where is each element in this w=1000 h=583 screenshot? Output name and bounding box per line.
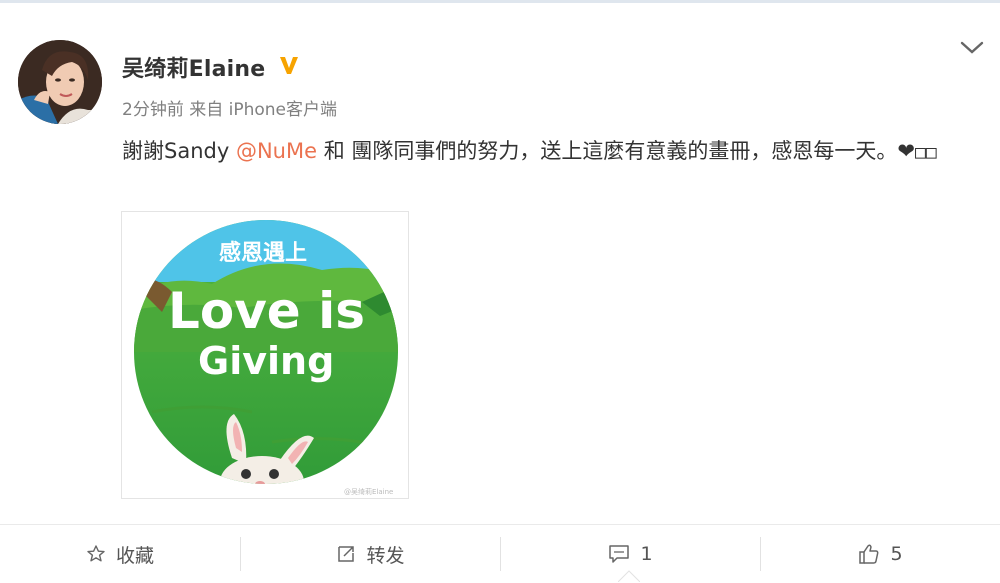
post-content: 謝謝Sandy @NuMe 和 團隊同事們的努力，送上這麼有意義的畫冊，感恩每一… xyxy=(122,131,982,173)
repost-label: 转发 xyxy=(366,544,405,567)
thumbs-up-icon xyxy=(859,544,879,564)
like-button[interactable]: 5 xyxy=(761,525,1000,583)
comment-caret-icon xyxy=(618,570,640,582)
missing-glyphs: □□ xyxy=(914,142,937,163)
comment-count: 1 xyxy=(640,543,653,565)
favorite-button[interactable]: 收藏 xyxy=(0,525,240,583)
verified-badge-icon xyxy=(280,57,298,74)
cover-title-chinese: 感恩遇上 xyxy=(219,240,307,266)
favorite-label: 收藏 xyxy=(115,544,154,567)
content-text: 謝謝Sandy xyxy=(122,139,236,163)
repost-button[interactable]: 转发 xyxy=(241,525,500,583)
content-text-2: 和 團隊同事們的努力，送上這麼有意義的畫冊，感恩每一天。❤ xyxy=(317,139,915,163)
mention-link[interactable]: @NuMe xyxy=(236,139,317,163)
weibo-post-card: 吴绮莉Elaine 2分钟前 来自 iPhone客户端 謝謝Sandy @NuM… xyxy=(0,3,1000,582)
star-icon xyxy=(87,545,105,562)
post-meta: 2分钟前 来自 iPhone客户端 xyxy=(122,100,338,120)
avatar-image xyxy=(18,40,102,124)
cover-line2: Giving xyxy=(198,339,334,383)
image-watermark: @吴绮莉Elaine xyxy=(344,487,393,496)
like-count: 5 xyxy=(890,543,903,565)
cover-line1: Love is xyxy=(168,282,365,340)
post-image[interactable]: 感恩遇上 Love is Giving @吴绮莉Elaine xyxy=(121,211,409,499)
avatar[interactable] xyxy=(18,40,102,124)
repost-icon xyxy=(338,546,355,562)
chevron-down-icon[interactable] xyxy=(959,39,985,57)
username[interactable]: 吴绮莉Elaine xyxy=(122,51,265,83)
book-cover-image: 感恩遇上 Love is Giving @吴绮莉Elaine xyxy=(134,220,398,496)
comment-icon xyxy=(609,545,630,563)
action-bar: 收藏 转发 1 5 xyxy=(0,524,1000,583)
